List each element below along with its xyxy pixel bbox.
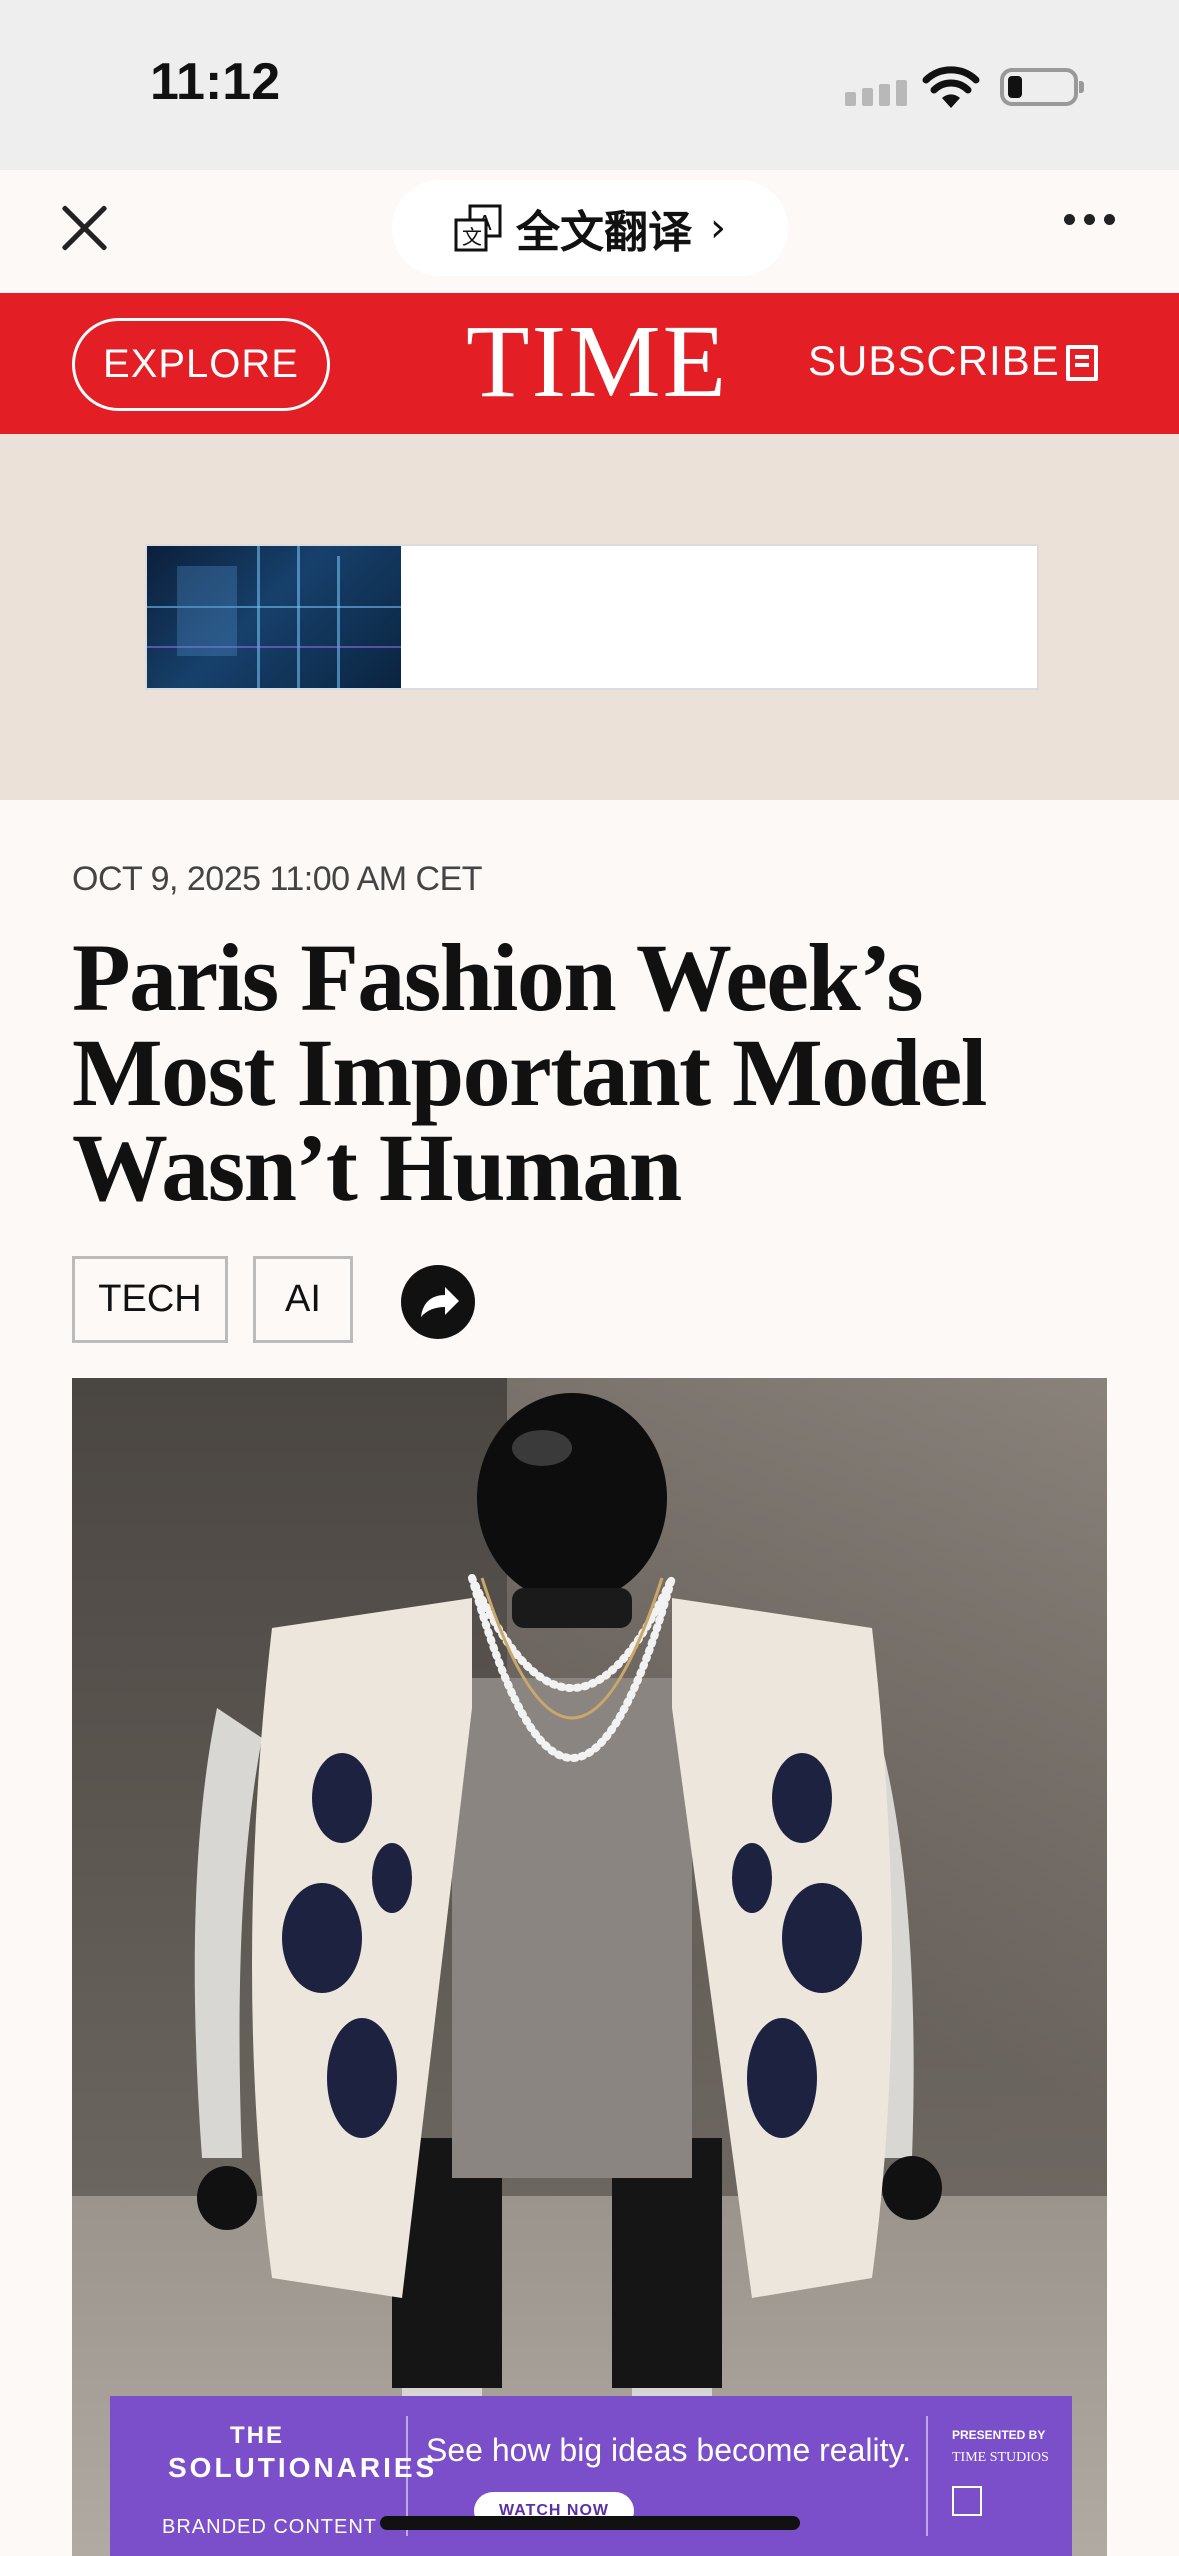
home-indicator[interactable] [380, 2516, 800, 2530]
site-header: EXPLORE TIME SUBSCRIBE [0, 293, 1179, 434]
time-logo[interactable]: TIME [466, 307, 728, 417]
ad-banner[interactable] [145, 544, 1039, 690]
explore-button[interactable]: EXPLORE [72, 318, 330, 411]
article-hero-image [72, 1378, 1107, 2556]
share-icon [421, 1287, 459, 1317]
divider [926, 2416, 928, 2536]
tag-ai[interactable]: AI [253, 1256, 353, 1343]
presented-by-label: PRESENTED BY [952, 2428, 1046, 2442]
translate-label: 全文翻译 [516, 207, 692, 258]
close-icon[interactable] [52, 196, 116, 260]
branded-content-label: BRANDED CONTENT [162, 2516, 378, 2538]
subscribe-link[interactable]: SUBSCRIBE [808, 337, 1060, 385]
sponsor-tagline: See how big ideas become reality. [426, 2432, 912, 2468]
wifi-icon [922, 66, 980, 108]
share-button[interactable] [401, 1265, 475, 1339]
article-headline: Paris Fashion Week’s Most Important Mode… [72, 924, 987, 1221]
status-bar: 11:12 [0, 0, 1179, 170]
article-dateline: OCT 9, 2025 11:00 AM CET [72, 860, 483, 898]
tag-tech[interactable]: TECH [72, 1256, 228, 1343]
translate-icon: A 文 [454, 204, 502, 252]
chevron-right-icon: › [710, 205, 726, 251]
ad-image [147, 546, 401, 688]
status-time: 11:12 [150, 53, 281, 111]
translate-button[interactable]: A 文 全文翻译 › [392, 180, 788, 276]
presenter-logo: TIME STUDIOS [952, 2450, 1049, 2465]
ad-slot [0, 434, 1179, 800]
sponsor-logo-line1: THE [230, 2422, 284, 2449]
sponsored-ad[interactable]: THE SOLUTIONARIES BRANDED CONTENT See ho… [110, 2396, 1072, 2556]
battery-icon [1000, 68, 1084, 106]
newspaper-icon[interactable] [1066, 345, 1098, 381]
robot-photo [194, 1393, 942, 2556]
more-icon[interactable] [1064, 214, 1115, 225]
cellular-signal-icon [845, 80, 907, 106]
sponsor-logo-line2: SOLUTIONARIES [168, 2452, 438, 2483]
pmi-logo-icon [952, 2486, 982, 2516]
svg-text:文: 文 [462, 225, 482, 249]
